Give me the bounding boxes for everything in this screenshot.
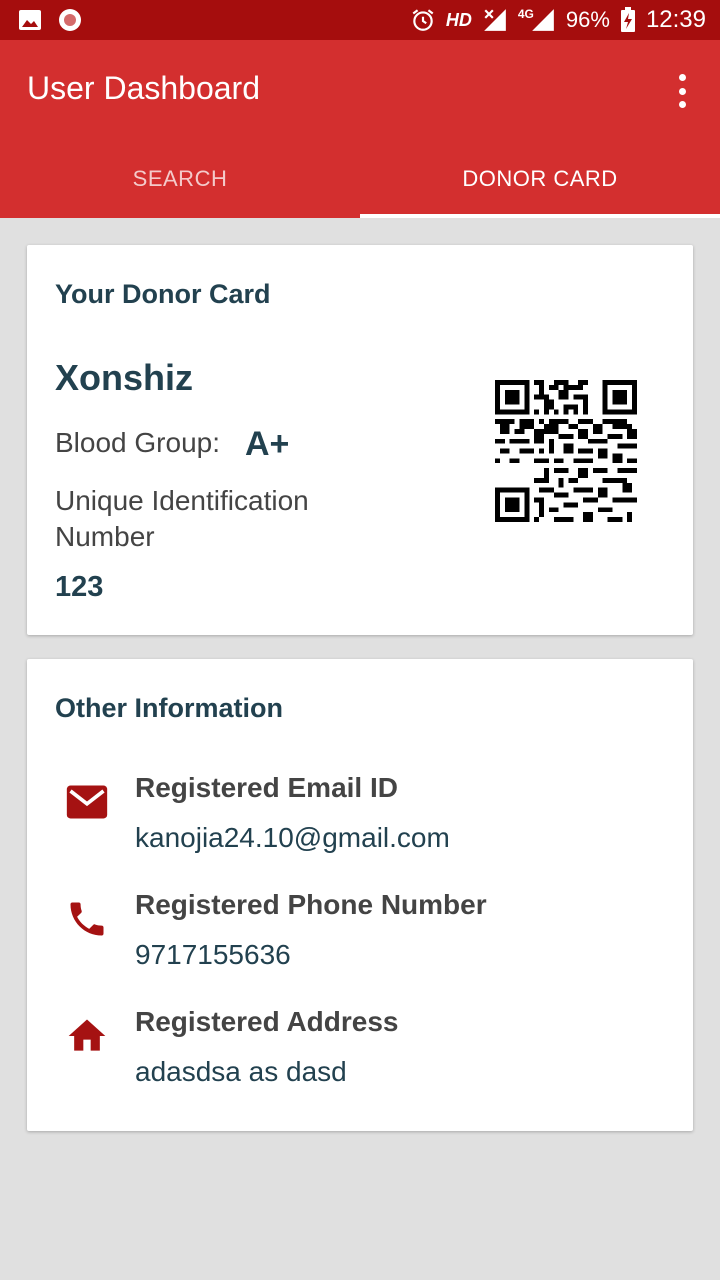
email-icon (66, 785, 108, 819)
donor-card-title: Your Donor Card (55, 279, 271, 309)
address-label: Registered Address (135, 1006, 399, 1037)
phone-value: 9717155636 (135, 939, 291, 970)
home-icon (68, 1019, 106, 1051)
uid-value: 123 (55, 571, 104, 603)
status-bar: HD 4G 96% 12:39 (0, 0, 720, 40)
other-info-title: Other Information (55, 693, 283, 723)
phone-label: Registered Phone Number (135, 889, 487, 920)
blood-group-label: Blood Group: (55, 427, 220, 458)
donor-name: Xonshiz (55, 357, 194, 398)
tab-search[interactable]: SEARCH (0, 140, 360, 218)
network-hd-label: HD (445, 9, 472, 30)
email-row: Registered Email ID kanojia24.10@gmail.c… (27, 772, 693, 872)
other-info-card: Other Information Registered Email ID ka… (27, 659, 693, 1131)
app-title: User Dashboard (27, 70, 260, 106)
qr-code-image (495, 380, 637, 522)
record-icon (59, 9, 81, 31)
blood-group-value: A+ (245, 425, 290, 463)
email-value: kanojia24.10@gmail.com (135, 822, 450, 853)
app-bar: User Dashboard SEARCH DONOR CARD (0, 40, 720, 218)
phone-icon (70, 902, 104, 936)
alarm-icon (412, 9, 434, 31)
signal-4g-icon (532, 9, 554, 31)
battery-charging-icon (620, 7, 635, 32)
email-label: Registered Email ID (135, 772, 398, 803)
uid-label: Unique Identification Number (55, 485, 309, 552)
tab-bar: SEARCH DONOR CARD (0, 140, 720, 218)
phone-row: Registered Phone Number 9717155636 (27, 889, 693, 989)
address-value: adasdsa as dasd (135, 1056, 347, 1087)
clock: 12:39 (645, 6, 706, 33)
battery-percent: 96% (565, 7, 610, 32)
gallery-icon (19, 10, 41, 30)
tab-donor-card[interactable]: DONOR CARD (360, 140, 720, 218)
address-row: Registered Address adasdsa as dasd (27, 1006, 693, 1106)
overflow-menu-icon[interactable] (672, 74, 692, 108)
signal-icon (484, 9, 506, 31)
donor-card: Your Donor Card Xonshiz Blood Group: A+ … (27, 245, 693, 635)
